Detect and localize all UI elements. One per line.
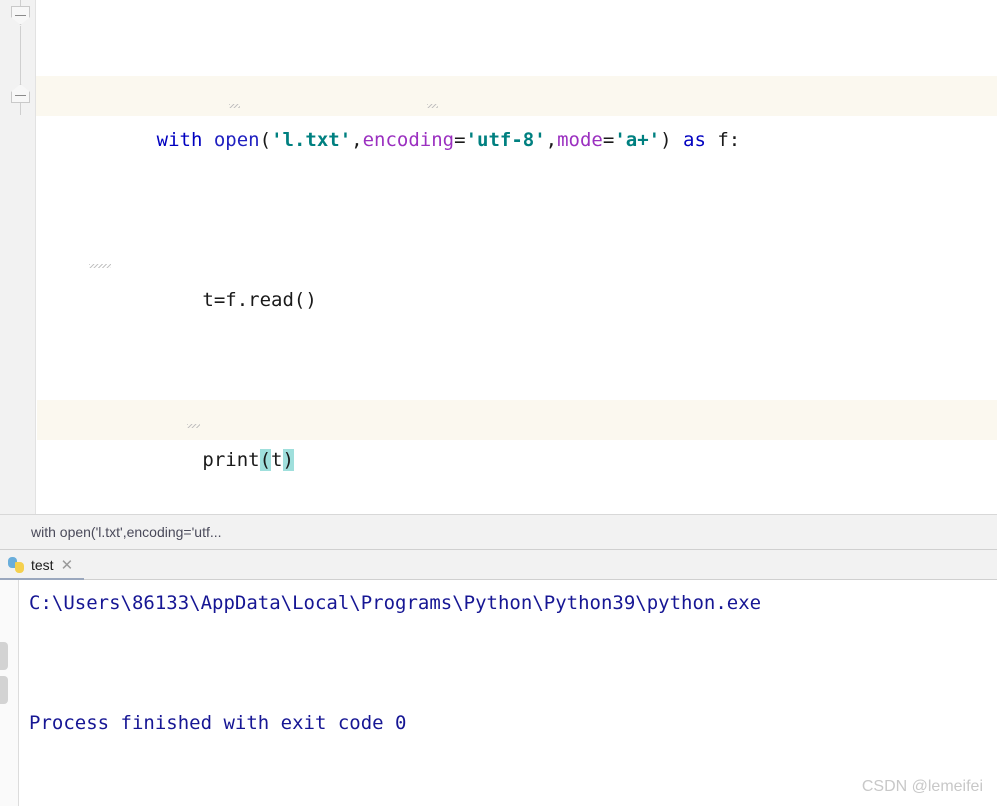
code-folding-gutter[interactable]	[0, 0, 36, 514]
token-string-utf8: 'utf-8'	[465, 129, 546, 151]
inspection-squiggle-3	[89, 264, 111, 268]
token-keyword-as: as	[683, 129, 706, 151]
watermark-text: CSDN @lemeifei	[861, 778, 983, 795]
token-space-2	[672, 129, 683, 151]
console-line-interpreter-path: C:\Users\86133\AppData\Local\Programs\Py…	[29, 592, 762, 614]
console-rerun-button[interactable]	[0, 642, 8, 670]
fold-region-end-dash	[15, 95, 26, 96]
run-tab-test[interactable]: test ✕	[0, 550, 83, 580]
run-tab-label: test	[31, 557, 54, 573]
token-bracket-close-highlight: )	[282, 449, 294, 471]
token-paren-close: )	[660, 129, 672, 151]
token-kwarg-mode: mode	[557, 129, 603, 151]
console-stop-button[interactable]	[0, 676, 8, 704]
code-line-3[interactable]: print(t)	[37, 400, 997, 471]
token-paren-open: (	[259, 129, 272, 151]
inspection-squiggle-4	[187, 424, 200, 428]
run-tool-window[interactable]: test ✕ C:\Users\86133\AppData\Local\Prog…	[0, 550, 997, 806]
token-string-filename: 'l.txt'	[271, 129, 352, 151]
token-comma-1: ,	[351, 129, 363, 151]
token-comma-2: ,	[545, 129, 558, 151]
breadcrumb-statement[interactable]: with open('l.txt',encoding='utf...	[31, 524, 222, 540]
token-arg-t: t	[271, 449, 283, 471]
breadcrumb-bar[interactable]: with open('l.txt',encoding='utf...	[0, 514, 997, 555]
console-left-rail	[0, 580, 19, 806]
code-line-2[interactable]: t=f.read()	[37, 240, 997, 311]
inspection-squiggle-1	[229, 104, 240, 108]
console-output[interactable]: C:\Users\86133\AppData\Local\Programs\Py…	[20, 580, 997, 806]
console-line-exit-message: Process finished with exit code 0	[29, 712, 407, 734]
fold-connector-bottom	[20, 103, 21, 115]
code-editor-pane[interactable]: with open('l.txt',encoding='utf-8',mode=…	[0, 0, 997, 514]
inspection-squiggle-2	[427, 104, 438, 108]
token-space-3	[706, 129, 717, 151]
token-space-1	[202, 129, 213, 151]
python-file-icon	[8, 557, 24, 573]
token-assign-read: t=f.read()	[156, 289, 317, 311]
close-icon[interactable]: ✕	[61, 558, 74, 573]
code-line-1[interactable]: with open('l.txt',encoding='utf-8',mode=…	[37, 80, 997, 151]
code-text-area[interactable]: with open('l.txt',encoding='utf-8',mode=…	[37, 0, 997, 514]
token-keyword-with: with	[156, 129, 203, 151]
fold-region-start-dash	[15, 15, 26, 16]
token-string-mode: 'a+'	[614, 129, 661, 151]
token-colon: :	[728, 129, 741, 151]
token-call-print: print	[156, 449, 260, 471]
token-function-open: open	[213, 129, 260, 151]
token-equals-2: =	[602, 129, 615, 151]
token-bracket-open-highlight: (	[259, 449, 272, 471]
token-equals-1: =	[454, 129, 466, 151]
fold-region-end-icon[interactable]	[11, 84, 30, 103]
token-var-f: f	[717, 129, 729, 151]
fold-connector-body	[20, 26, 21, 86]
token-kwarg-encoding: encoding	[362, 129, 455, 151]
run-tab-bar[interactable]: test ✕	[0, 550, 997, 580]
